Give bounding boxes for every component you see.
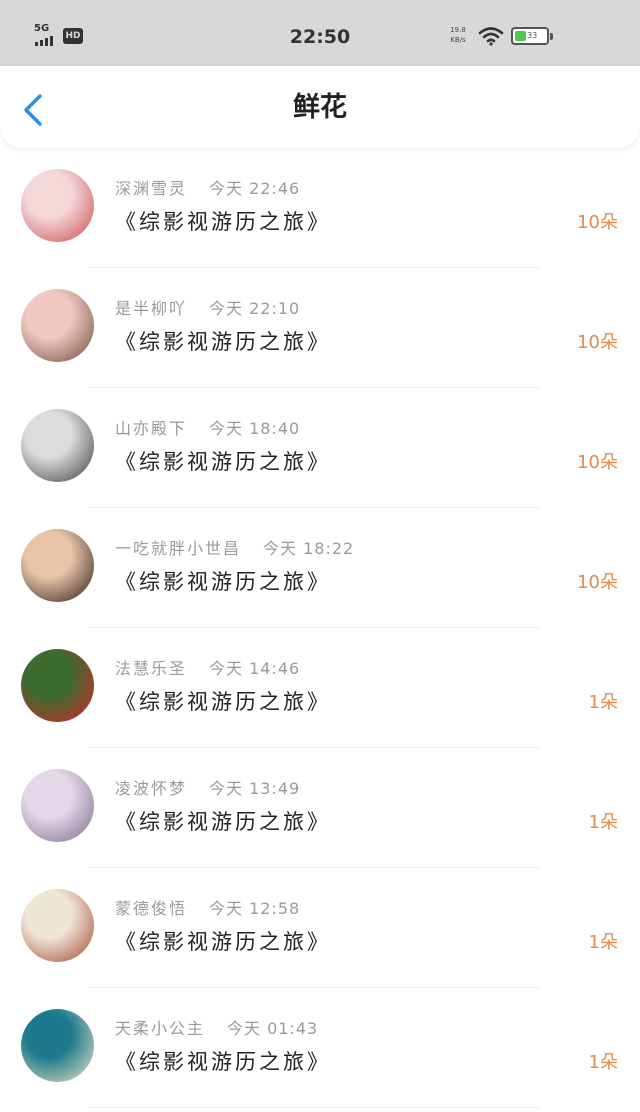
flower-count: 1朵: [588, 692, 618, 713]
wifi-icon: [478, 27, 504, 46]
avatar[interactable]: [21, 889, 94, 962]
timestamp: 今天 18:40: [209, 419, 301, 438]
entry-meta: 深渊雪灵 今天 22:46: [115, 176, 300, 202]
timestamp: 今天 22:46: [209, 179, 301, 198]
list-item[interactable]: 山亦殿下 今天 18:40 《综影视游历之旅》 10朵: [0, 388, 640, 508]
flower-count: 10朵: [577, 572, 618, 593]
flower-count: 1朵: [588, 812, 618, 833]
avatar[interactable]: [21, 1009, 94, 1082]
list-item[interactable]: 深渊雪灵 今天 22:46 《综影视游历之旅》 10朵: [0, 148, 640, 268]
avatar[interactable]: [21, 529, 94, 602]
book-title: 《综影视游历之旅》: [115, 570, 331, 594]
flower-count: 1朵: [588, 932, 618, 953]
book-title: 《综影视游历之旅》: [115, 690, 331, 714]
battery-percent: 33: [527, 31, 538, 40]
book-title: 《综影视游历之旅》: [115, 450, 331, 474]
timestamp: 今天 22:10: [209, 299, 301, 318]
flower-count: 1朵: [588, 1052, 618, 1073]
entry-meta: 凌波怀梦 今天 13:49: [115, 776, 300, 802]
book-title: 《综影视游历之旅》: [115, 930, 331, 954]
user-name: 是半柳吖: [115, 299, 188, 318]
battery-icon: 33: [511, 27, 553, 45]
timestamp: 今天 12:58: [209, 899, 301, 918]
user-name: 蒙德俊悟: [115, 899, 188, 918]
avatar[interactable]: [21, 409, 94, 482]
user-name: 深渊雪灵: [115, 179, 188, 198]
network-label: 5G: [34, 23, 50, 34]
flower-count: 10朵: [577, 452, 618, 473]
book-title: 《综影视游历之旅》: [115, 330, 331, 354]
entry-meta: 山亦殿下 今天 18:40: [115, 416, 300, 442]
list-item[interactable]: 蒙德俊悟 今天 12:58 《综影视游历之旅》 1朵: [0, 868, 640, 988]
divider: [90, 1107, 540, 1108]
battery-level: [515, 31, 526, 41]
flower-count: 10朵: [577, 332, 618, 353]
entry-meta: 天柔小公主 今天 01:43: [115, 1016, 318, 1042]
entry-meta: 蒙德俊悟 今天 12:58: [115, 896, 300, 922]
timestamp: 今天 13:49: [209, 779, 301, 798]
status-time: 22:50: [289, 26, 351, 48]
list-item[interactable]: 是半柳吖 今天 22:10 《综影视游历之旅》 10朵: [0, 268, 640, 388]
status-bar: 5G HD 22:50 19.8 KB/s 33: [0, 0, 640, 66]
signal-icon: 5G: [34, 24, 58, 46]
nav-bar: 鲜花: [0, 66, 640, 148]
user-name: 凌波怀梦: [115, 779, 188, 798]
entry-meta: 是半柳吖 今天 22:10: [115, 296, 300, 322]
book-title: 《综影视游历之旅》: [115, 1050, 331, 1074]
avatar[interactable]: [21, 649, 94, 722]
signal-bars: [35, 36, 57, 46]
entry-meta: 法慧乐圣 今天 14:46: [115, 656, 300, 682]
book-title: 《综影视游历之旅》: [115, 810, 331, 834]
user-name: 山亦殿下: [115, 419, 188, 438]
list-item[interactable]: 法慧乐圣 今天 14:46 《综影视游历之旅》 1朵: [0, 628, 640, 748]
flower-count: 10朵: [577, 212, 618, 233]
network-speed-unit: KB/s: [450, 36, 466, 44]
back-button[interactable]: [14, 90, 54, 130]
timestamp: 今天 18:22: [263, 539, 355, 558]
network-speed: 19.8 KB/s: [444, 25, 472, 47]
list-item[interactable]: 一吃就胖小世昌 今天 18:22 《综影视游历之旅》 10朵: [0, 508, 640, 628]
entry-meta: 一吃就胖小世昌 今天 18:22: [115, 536, 354, 562]
timestamp: 今天 01:43: [227, 1019, 319, 1038]
avatar[interactable]: [21, 169, 94, 242]
list-item[interactable]: 凌波怀梦 今天 13:49 《综影视游历之旅》 1朵: [0, 748, 640, 868]
timestamp: 今天 14:46: [209, 659, 301, 678]
avatar[interactable]: [21, 289, 94, 362]
page-title: 鲜花: [293, 92, 347, 123]
book-title: 《综影视游历之旅》: [115, 210, 331, 234]
avatar[interactable]: [21, 769, 94, 842]
user-name: 天柔小公主: [115, 1019, 206, 1038]
hd-badge: HD: [63, 28, 83, 44]
user-name: 一吃就胖小世昌: [115, 539, 242, 558]
network-speed-value: 19.8: [450, 26, 466, 34]
user-name: 法慧乐圣: [115, 659, 188, 678]
list-item[interactable]: 天柔小公主 今天 01:43 《综影视游历之旅》 1朵: [0, 988, 640, 1108]
chevron-left-icon: [24, 94, 42, 126]
